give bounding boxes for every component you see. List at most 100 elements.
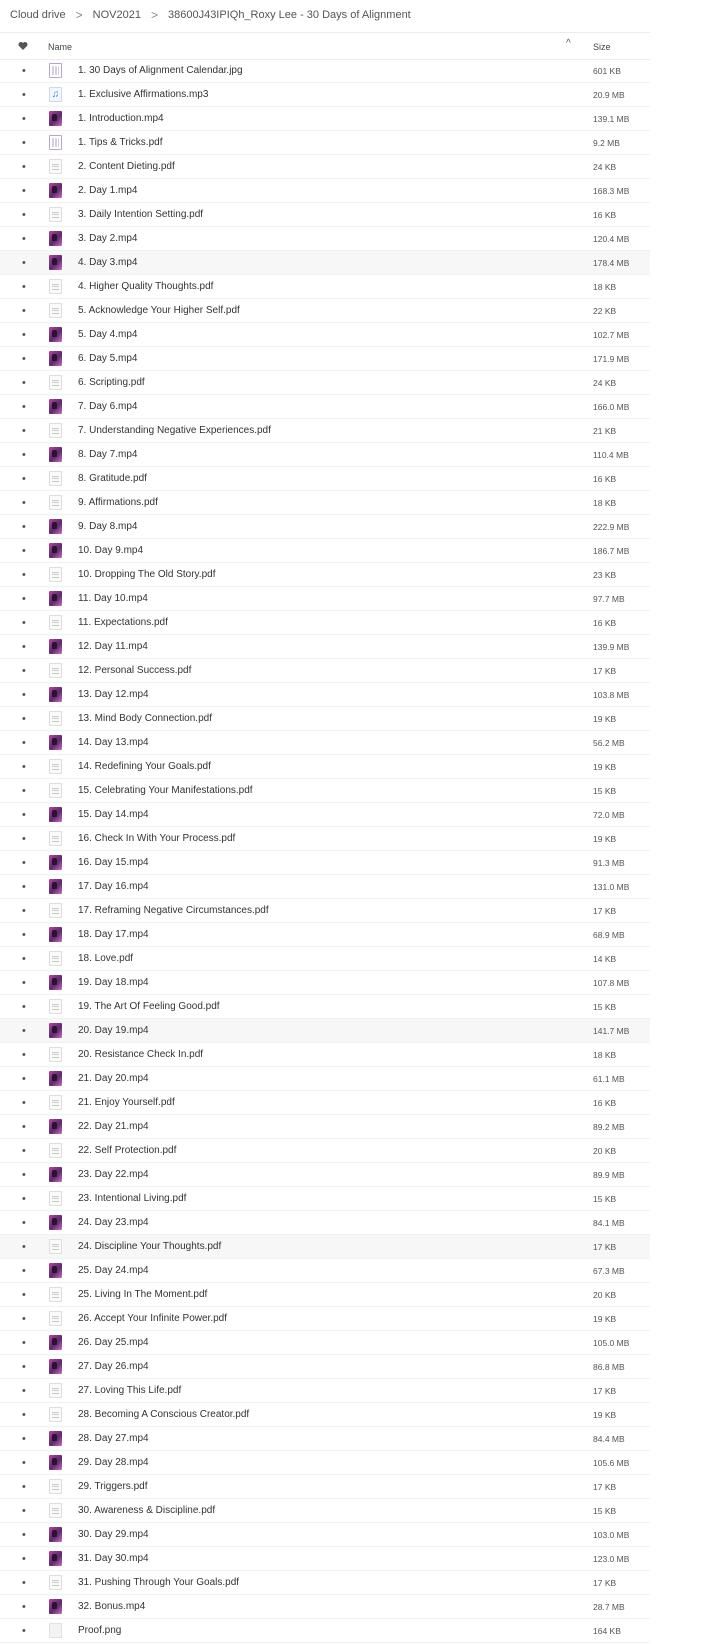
file-row[interactable]: • ♫ 1. Exclusive Affirmations.mp3 20.9 MB xyxy=(0,83,650,107)
file-name[interactable]: 24. Discipline Your Thoughts.pdf xyxy=(78,1241,221,1252)
favorite-dot-icon[interactable]: • xyxy=(22,90,26,101)
favorite-dot-icon[interactable]: • xyxy=(22,354,26,365)
file-row[interactable]: • 1. Introduction.mp4 139.1 MB xyxy=(0,107,650,131)
favorite-dot-icon[interactable]: • xyxy=(22,306,26,317)
name-column-header[interactable]: Name xyxy=(48,42,72,52)
file-name[interactable]: 30. Awareness & Discipline.pdf xyxy=(78,1505,215,1516)
file-name[interactable]: 5. Day 4.mp4 xyxy=(78,329,137,340)
favorite-dot-icon[interactable]: • xyxy=(22,930,26,941)
favorite-dot-icon[interactable]: • xyxy=(22,810,26,821)
file-name[interactable]: 19. Day 18.mp4 xyxy=(78,977,149,988)
favorite-dot-icon[interactable]: • xyxy=(22,450,26,461)
favorite-dot-icon[interactable]: • xyxy=(22,666,26,677)
favorite-dot-icon[interactable]: • xyxy=(22,762,26,773)
file-row[interactable]: • 5. Day 4.mp4 102.7 MB xyxy=(0,323,650,347)
file-name[interactable]: 25. Living In The Moment.pdf xyxy=(78,1289,207,1300)
favorite-dot-icon[interactable]: • xyxy=(22,1266,26,1277)
file-name[interactable]: 2. Day 1.mp4 xyxy=(78,185,137,196)
file-row[interactable]: • 23. Day 22.mp4 89.9 MB xyxy=(0,1163,650,1187)
file-name[interactable]: 1. Exclusive Affirmations.mp3 xyxy=(78,89,208,100)
file-row[interactable]: • 15. Day 14.mp4 72.0 MB xyxy=(0,803,650,827)
file-row[interactable]: • 26. Accept Your Infinite Power.pdf 19 KB xyxy=(0,1307,650,1331)
favorite-dot-icon[interactable]: • xyxy=(22,138,26,149)
favorite-dot-icon[interactable]: • xyxy=(22,282,26,293)
file-name[interactable]: 23. Intentional Living.pdf xyxy=(78,1193,186,1204)
file-name[interactable]: 22. Day 21.mp4 xyxy=(78,1121,149,1132)
file-row[interactable]: • 21. Enjoy Yourself.pdf 16 KB xyxy=(0,1091,650,1115)
favorite-dot-icon[interactable]: • xyxy=(22,978,26,989)
file-row[interactable]: • 25. Living In The Moment.pdf 20 KB xyxy=(0,1283,650,1307)
favorite-dot-icon[interactable]: • xyxy=(22,1218,26,1229)
file-name[interactable]: 20. Resistance Check In.pdf xyxy=(78,1049,203,1060)
file-name[interactable]: 12. Personal Success.pdf xyxy=(78,665,191,676)
file-row[interactable]: • 24. Discipline Your Thoughts.pdf 17 KB xyxy=(0,1235,650,1259)
file-row[interactable]: • 3. Daily Intention Setting.pdf 16 KB xyxy=(0,203,650,227)
favorite-dot-icon[interactable]: • xyxy=(22,738,26,749)
file-row[interactable]: • 13. Mind Body Connection.pdf 19 KB xyxy=(0,707,650,731)
favorite-dot-icon[interactable]: • xyxy=(22,1362,26,1373)
file-row[interactable]: • 14. Day 13.mp4 56.2 MB xyxy=(0,731,650,755)
file-name[interactable]: 8. Gratitude.pdf xyxy=(78,473,147,484)
favorite-dot-icon[interactable]: • xyxy=(22,546,26,557)
file-row[interactable]: • 20. Resistance Check In.pdf 18 KB xyxy=(0,1043,650,1067)
file-name[interactable]: 14. Day 13.mp4 xyxy=(78,737,149,748)
file-name[interactable]: 8. Day 7.mp4 xyxy=(78,449,137,460)
file-row[interactable]: • 28. Day 27.mp4 84.4 MB xyxy=(0,1427,650,1451)
file-row[interactable]: • 1. 30 Days of Alignment Calendar.jpg 601… xyxy=(0,59,650,83)
favorite-dot-icon[interactable]: • xyxy=(22,1410,26,1421)
file-name[interactable]: 31. Day 30.mp4 xyxy=(78,1553,149,1564)
file-name[interactable]: 9. Affirmations.pdf xyxy=(78,497,158,508)
favorite-dot-icon[interactable]: • xyxy=(22,1434,26,1445)
file-name[interactable]: 24. Day 23.mp4 xyxy=(78,1217,149,1228)
favorite-dot-icon[interactable]: • xyxy=(22,1026,26,1037)
favorite-dot-icon[interactable]: • xyxy=(22,1194,26,1205)
file-row[interactable]: • 17. Reframing Negative Circumstances.pd… xyxy=(0,899,650,923)
breadcrumb-folder-nov2021[interactable]: NOV2021 xyxy=(93,9,141,21)
file-name[interactable]: 6. Day 5.mp4 xyxy=(78,353,137,364)
favorite-dot-icon[interactable]: • xyxy=(22,210,26,221)
file-row[interactable]: • 4. Higher Quality Thoughts.pdf 18 KB xyxy=(0,275,650,299)
favorite-dot-icon[interactable]: • xyxy=(22,426,26,437)
favorite-dot-icon[interactable]: • xyxy=(22,834,26,845)
favorite-dot-icon[interactable]: • xyxy=(22,1170,26,1181)
breadcrumb-current-folder[interactable]: 38600J43IPIQh_Roxy Lee - 30 Days of Alig… xyxy=(168,9,411,21)
file-row[interactable]: • 28. Becoming A Conscious Creator.pdf 19 … xyxy=(0,1403,650,1427)
file-row[interactable]: • 31. Day 30.mp4 123.0 MB xyxy=(0,1547,650,1571)
file-row[interactable]: • 20. Day 19.mp4 141.7 MB xyxy=(0,1019,650,1043)
favorite-dot-icon[interactable]: • xyxy=(22,1050,26,1061)
favorite-dot-icon[interactable]: • xyxy=(22,1002,26,1013)
favorite-dot-icon[interactable]: • xyxy=(22,1146,26,1157)
favorite-dot-icon[interactable]: • xyxy=(22,1122,26,1133)
favorite-dot-icon[interactable]: • xyxy=(22,594,26,605)
file-row[interactable]: • 18. Love.pdf 14 KB xyxy=(0,947,650,971)
file-name[interactable]: 29. Triggers.pdf xyxy=(78,1481,147,1492)
file-name[interactable]: 6. Scripting.pdf xyxy=(78,377,145,388)
file-row[interactable]: • 6. Scripting.pdf 24 KB xyxy=(0,371,650,395)
favorite-dot-icon[interactable]: • xyxy=(22,954,26,965)
file-row[interactable]: • 14. Redefining Your Goals.pdf 19 KB xyxy=(0,755,650,779)
favorite-dot-icon[interactable]: • xyxy=(22,474,26,485)
file-row[interactable]: • 22. Self Protection.pdf 20 KB xyxy=(0,1139,650,1163)
file-row[interactable]: • 15. Celebrating Your Manifestations.pdf… xyxy=(0,779,650,803)
file-name[interactable]: 5. Acknowledge Your Higher Self.pdf xyxy=(78,305,240,316)
file-row[interactable]: • 18. Day 17.mp4 68.9 MB xyxy=(0,923,650,947)
file-row[interactable]: • 27. Loving This Life.pdf 17 KB xyxy=(0,1379,650,1403)
favorite-dot-icon[interactable]: • xyxy=(22,378,26,389)
favorite-dot-icon[interactable]: • xyxy=(22,1074,26,1085)
file-name[interactable]: 14. Redefining Your Goals.pdf xyxy=(78,761,211,772)
file-row[interactable]: • 23. Intentional Living.pdf 15 KB xyxy=(0,1187,650,1211)
favorite-dot-icon[interactable]: • xyxy=(22,1314,26,1325)
file-name[interactable]: 22. Self Protection.pdf xyxy=(78,1145,176,1156)
file-name[interactable]: 18. Love.pdf xyxy=(78,953,133,964)
file-name[interactable]: 27. Loving This Life.pdf xyxy=(78,1385,181,1396)
file-row[interactable]: • 31. Pushing Through Your Goals.pdf 17 KB xyxy=(0,1571,650,1595)
favorite-dot-icon[interactable]: • xyxy=(22,642,26,653)
file-row[interactable]: • 27. Day 26.mp4 86.8 MB xyxy=(0,1355,650,1379)
favorite-dot-icon[interactable]: • xyxy=(22,1482,26,1493)
favorite-dot-icon[interactable]: • xyxy=(22,618,26,629)
favorite-dot-icon[interactable]: • xyxy=(22,162,26,173)
favorite-dot-icon[interactable]: • xyxy=(22,66,26,77)
file-name[interactable]: 1. 30 Days of Alignment Calendar.jpg xyxy=(78,65,243,76)
file-name[interactable]: 1. Introduction.mp4 xyxy=(78,113,164,124)
file-row[interactable]: • 2. Content Dieting.pdf 24 KB xyxy=(0,155,650,179)
